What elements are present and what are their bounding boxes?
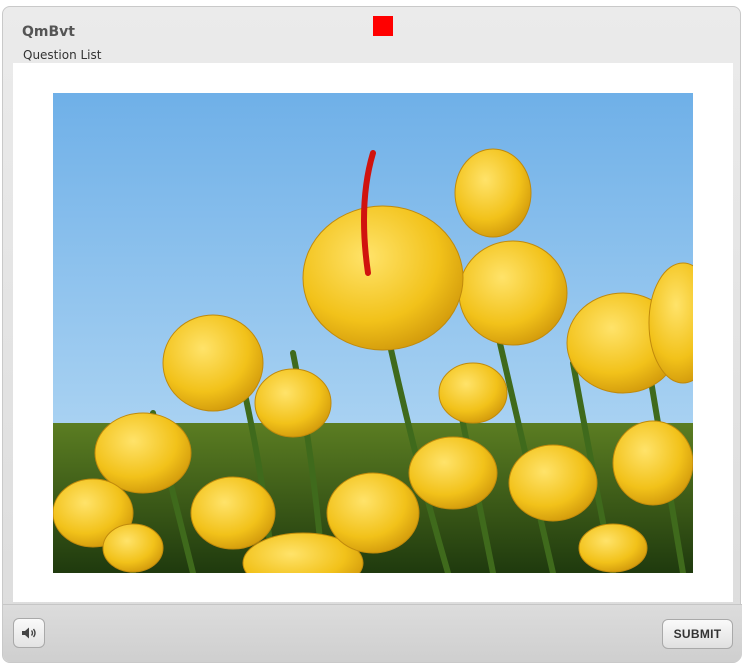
- audio-button[interactable]: [13, 618, 45, 648]
- footer-bar: [3, 604, 742, 662]
- submit-button[interactable]: SUBMIT: [662, 619, 733, 649]
- question-list-link[interactable]: Question List: [23, 48, 101, 62]
- speaker-icon: [22, 627, 36, 639]
- question-content-area: [13, 63, 733, 602]
- page-title: QmBvt: [22, 24, 75, 40]
- tulips-image: [53, 93, 693, 573]
- red-marker: [373, 16, 393, 36]
